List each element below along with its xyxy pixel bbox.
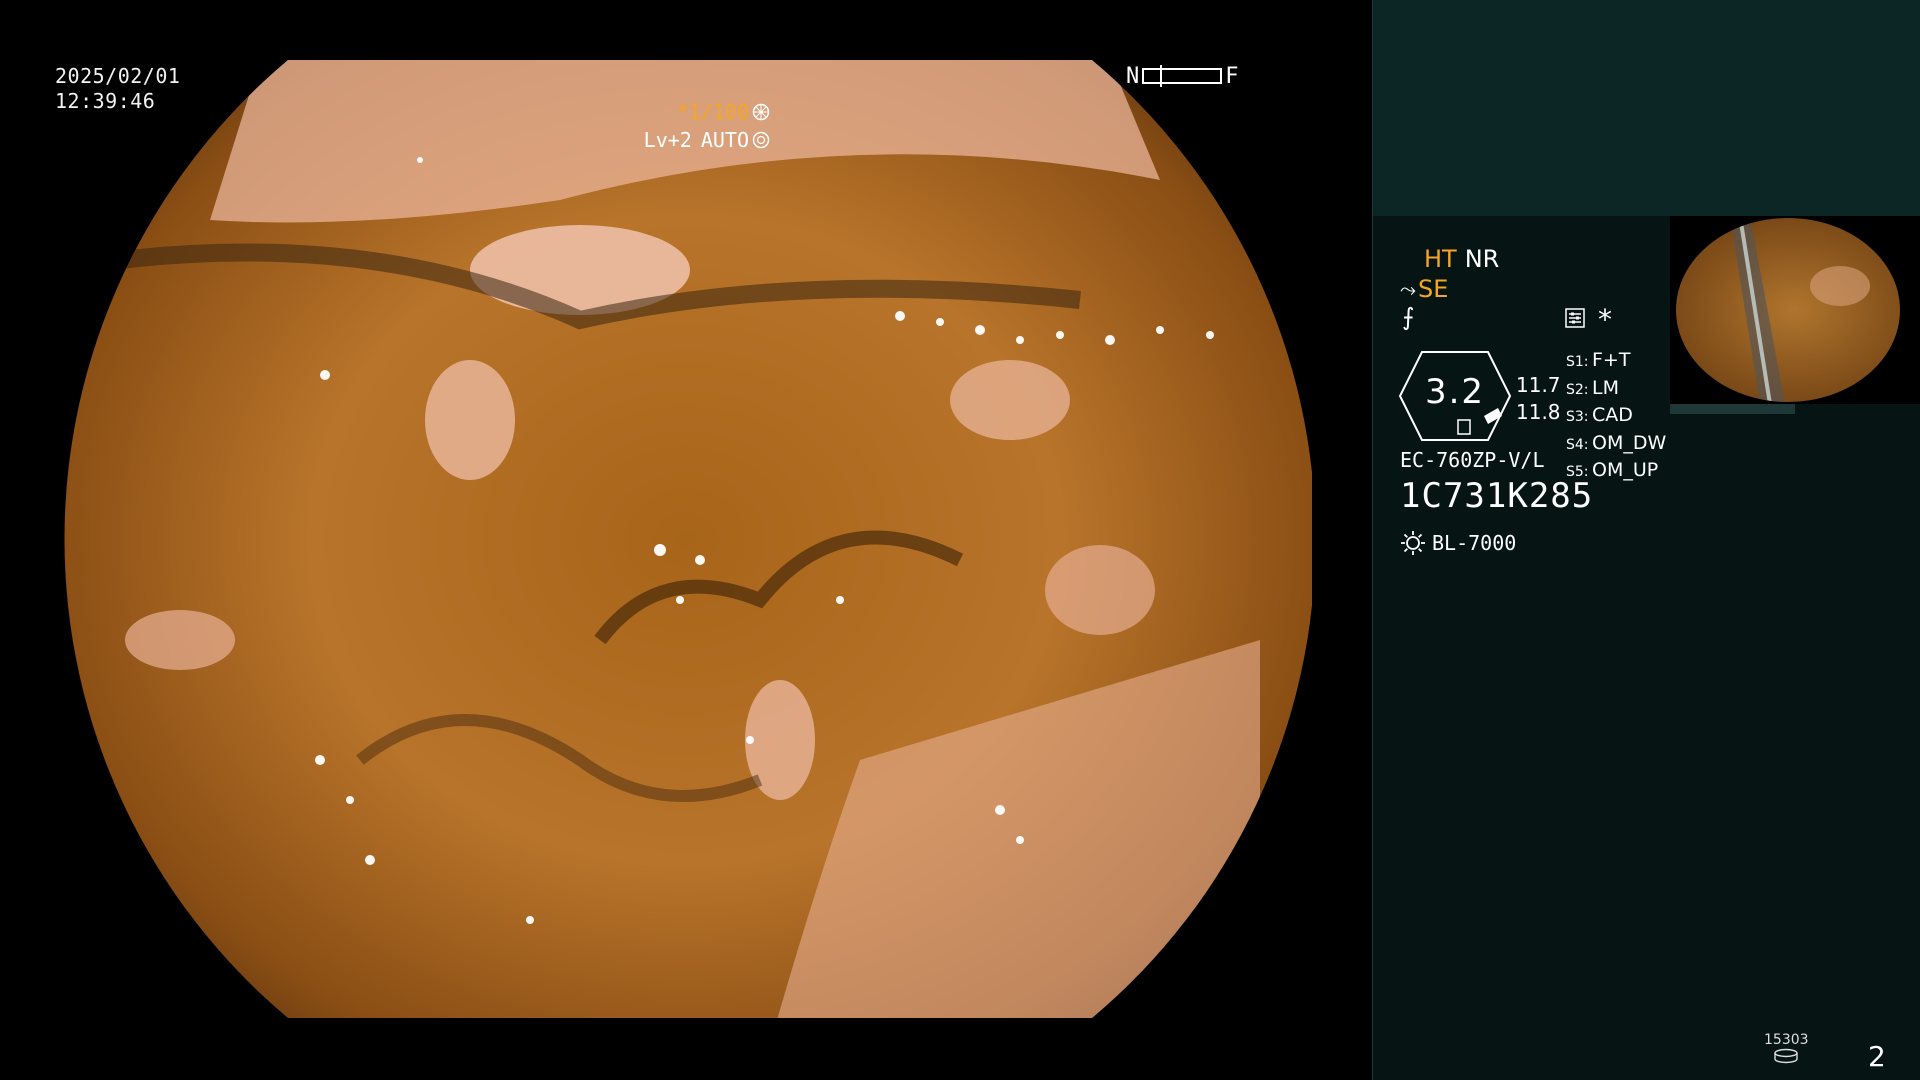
switch-item: S4: OM_DW <box>1566 431 1667 454</box>
endoscopic-view: 2025/02/01 12:39:46 N F *1/100 Lv+2 AUTO <box>0 0 1372 1080</box>
image-modes: HT NR <box>1424 244 1499 274</box>
mode-nr: NR <box>1464 245 1500 273</box>
image-counter-value: 15303 <box>1764 1032 1809 1048</box>
mode-se: SE <box>1418 275 1449 303</box>
switch-item: S3: CAD <box>1566 404 1633 426</box>
disk-icon <box>1774 1048 1798 1064</box>
image-counter: 15303 <box>1764 1032 1809 1068</box>
shutter-speed: *1/100 <box>677 100 770 124</box>
near-far-marker <box>1160 65 1163 87</box>
date-text: 2025/02/01 <box>55 64 181 88</box>
pressure-top: 11.7 <box>1516 373 1561 397</box>
scope-switch-list: S1: F+T S2: LM S3: CAD S4: OM_DW S5: OM_UP <box>1566 348 1666 486</box>
time-text: 12:39:46 <box>55 89 156 113</box>
asterisk-indicator: * <box>1598 303 1612 336</box>
settings-icon <box>1565 308 1585 328</box>
endoscopic-image <box>64 60 1312 1018</box>
far-label: F <box>1225 63 1239 89</box>
scope-serial: 1C731K285 <box>1400 476 1594 516</box>
switch-item: S1: F+T <box>1566 349 1631 371</box>
near-far-bar <box>1142 65 1223 87</box>
auto-iris-icon <box>752 131 770 149</box>
freeze-icon: ⨍ <box>1402 303 1415 331</box>
near-label: N <box>1126 63 1140 89</box>
zoom-value: 3.2 <box>1424 372 1486 412</box>
near-far-indicator: N F <box>1126 63 1239 89</box>
switch-item: S2: LM <box>1566 376 1619 399</box>
thumbnail-bar <box>1670 404 1795 414</box>
light-source-label: BL-7000 <box>1432 531 1517 555</box>
exposure-level: Lv+2 AUTO <box>644 128 770 152</box>
page-number: 2 <box>1868 1040 1886 1073</box>
exposure-text: AUTO <box>700 128 749 152</box>
pressure-bottom: 11.8 <box>1516 400 1561 424</box>
thumbnail-image <box>1676 218 1900 402</box>
enhancement-icon: ⤳ <box>1400 277 1416 301</box>
level-text: Lv+2 <box>643 128 692 152</box>
info-panel-top <box>1373 0 1920 216</box>
light-source: BL-7000 <box>1400 530 1516 556</box>
structure-enhancement: ⤳ SE <box>1400 275 1448 303</box>
pressure-values: 11.7 11.8 <box>1516 372 1561 426</box>
sun-icon <box>1401 531 1425 555</box>
scope-model: EC-760ZP-V/L <box>1400 448 1545 472</box>
mode-ht: HT <box>1424 245 1457 273</box>
datetime-display: 2025/02/01 12:39:46 <box>55 64 180 114</box>
thumbnail-preview[interactable] <box>1670 216 1920 404</box>
shutter-icon <box>752 103 770 121</box>
shutter-text: *1/100 <box>676 100 749 124</box>
